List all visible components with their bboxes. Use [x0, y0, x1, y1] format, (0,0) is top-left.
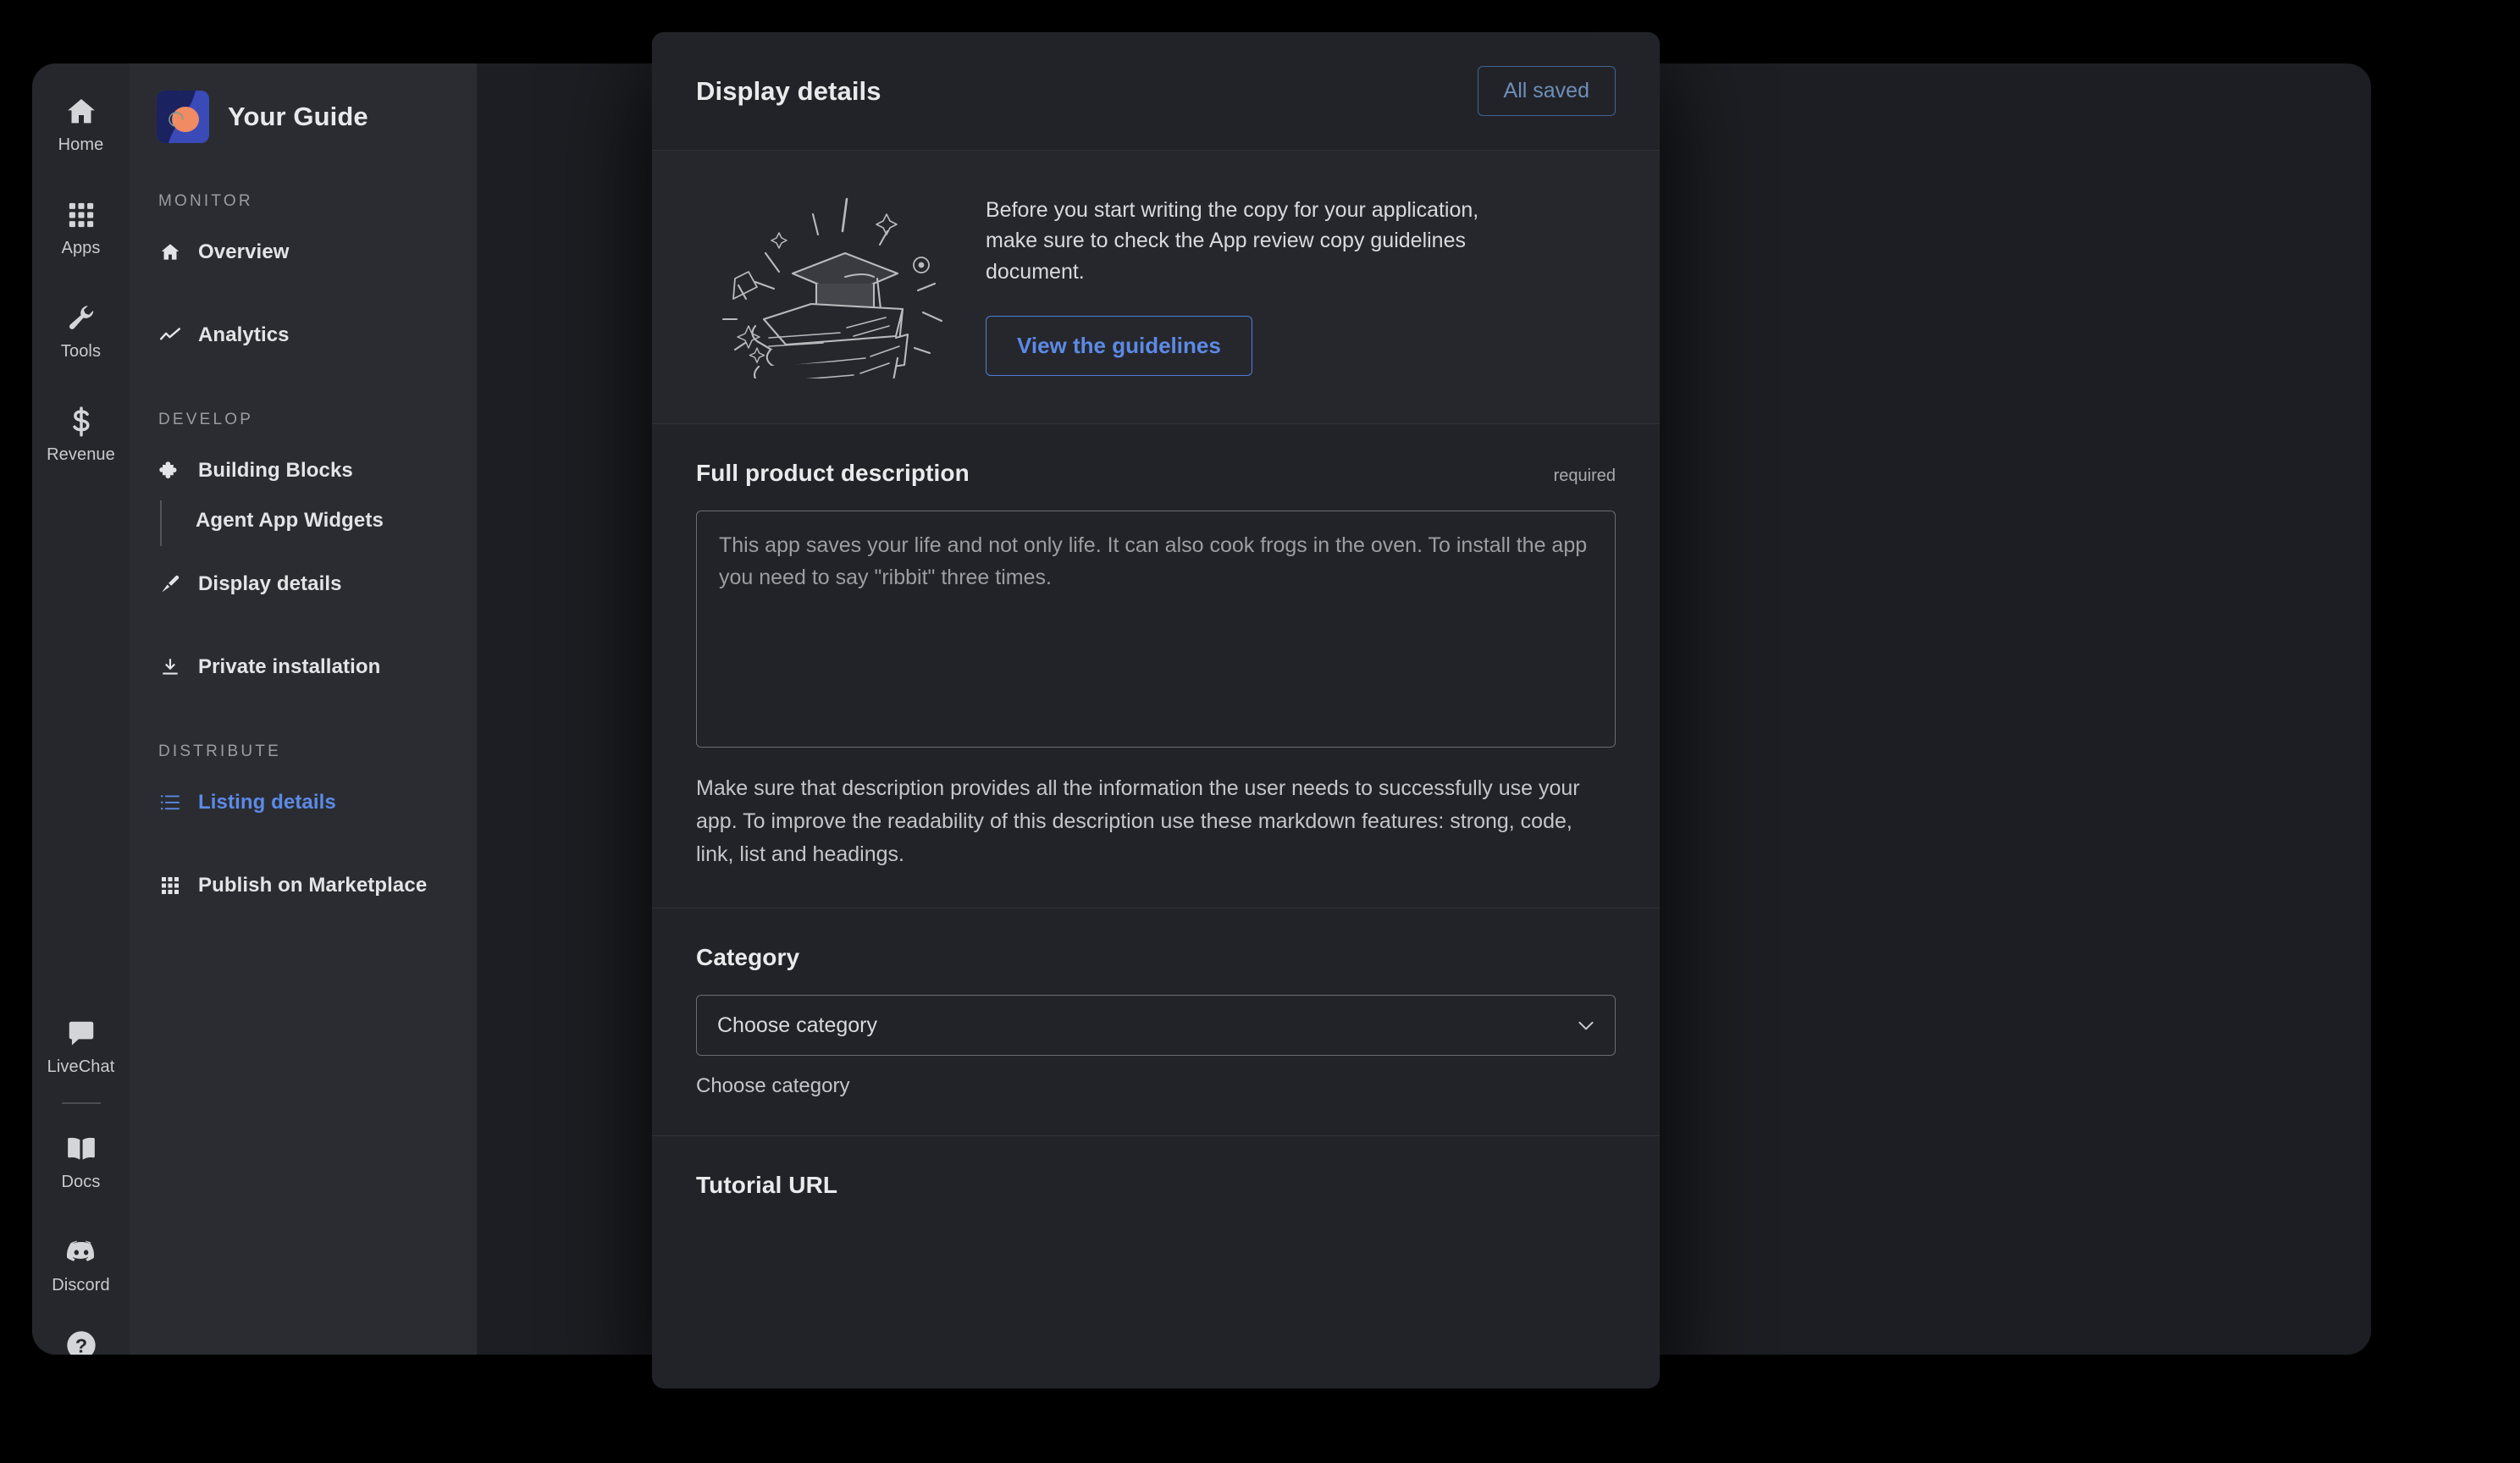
banner-content: Before you start writing the copy for yo… [975, 195, 1616, 376]
rail-divider [61, 1102, 101, 1104]
grid-icon [158, 875, 181, 897]
banner-text: Before you start writing the copy for yo… [986, 198, 1479, 284]
section-title: Tutorial URL [696, 1172, 838, 1199]
grid-icon [64, 198, 98, 232]
sidebar-item-agent-app-widgets[interactable]: Agent App Widgets [162, 500, 384, 546]
required-label: required [1553, 467, 1616, 485]
rail-item-label: Docs [61, 1172, 101, 1191]
sidebar-item-publish-on-marketplace[interactable]: Publish on Marketplace [130, 863, 477, 908]
wrench-icon [64, 301, 98, 335]
nav-group-label-distribute: DISTRIBUTE [158, 743, 281, 760]
section-head: Full product description required [696, 460, 1616, 487]
sidebar-item-listing-details[interactable]: Listing details [130, 780, 477, 825]
sidebar-item-analytics[interactable]: Analytics [130, 312, 477, 358]
page-title: Display details [696, 75, 881, 106]
help-circle-icon: ? [64, 1328, 98, 1355]
download-icon [158, 656, 181, 679]
rail-item-livechat[interactable]: LiveChat [32, 994, 130, 1097]
description-hint: Make sure that description provides all … [696, 776, 1580, 866]
section-title: Category [696, 944, 800, 971]
sidebar-item-label: Display details [198, 572, 342, 595]
rail-item-apps[interactable]: Apps [32, 175, 130, 279]
sidebar-item-overview[interactable]: Overview [130, 229, 477, 275]
sidebar-subgroup: Agent App Widgets [130, 500, 477, 546]
view-guidelines-button[interactable]: View the guidelines [986, 315, 1252, 376]
rail-item-label: Apps [61, 238, 101, 257]
book-icon [64, 1132, 98, 1166]
rail-item-label: LiveChat [47, 1057, 115, 1076]
chat-bubble-icon [64, 1017, 98, 1051]
tutorial-url-section: Tutorial URL [652, 1136, 1660, 1300]
sidebar-item-building-blocks[interactable]: Building Blocks [130, 448, 477, 494]
save-status-button[interactable]: All saved [1477, 66, 1616, 116]
dollar-icon [64, 405, 98, 439]
category-section: Category Choose category Choose category [652, 908, 1660, 1137]
rail-item-help[interactable]: ? [32, 1316, 130, 1355]
category-hint: Choose category [696, 1074, 850, 1098]
modal-header: Display details All saved [652, 32, 1660, 151]
full-product-description-input[interactable] [696, 511, 1616, 748]
sidebar-item-label: Building Blocks [198, 459, 353, 482]
modal-body: Before you start writing the copy for yo… [652, 151, 1660, 1388]
trend-line-icon [158, 324, 181, 347]
sidebar-item-private-installation[interactable]: Private installation [130, 644, 477, 690]
sidebar-item-label: Publish on Marketplace [198, 874, 428, 897]
primary-icon-rail: Home Apps Tools Revenue LiveChat Docs Di… [32, 63, 130, 1355]
sidebar-item-label: Listing details [198, 791, 336, 814]
svg-text:?: ? [75, 1334, 86, 1355]
home-icon [64, 95, 98, 129]
home-icon [158, 241, 181, 264]
sidebar-item-display-details[interactable]: Display details [130, 561, 477, 607]
guidelines-banner: Before you start writing the copy for yo… [652, 151, 1660, 424]
rail-item-docs[interactable]: Docs [32, 1109, 130, 1212]
app-avatar [157, 91, 209, 143]
discord-icon [64, 1235, 98, 1269]
rail-item-label: Revenue [47, 444, 115, 464]
sidebar-item-label: Overview [198, 240, 290, 263]
puzzle-icon [158, 460, 181, 483]
rail-item-revenue[interactable]: Revenue [32, 382, 130, 485]
secondary-nav-panel: Your Guide MONITOR Overview Analytics DE… [130, 63, 477, 1355]
brand: Your Guide [130, 63, 477, 143]
full-product-description-section: Full product description required Make s… [652, 424, 1660, 909]
brush-icon [158, 573, 181, 596]
section-title: Full product description [696, 460, 970, 486]
rail-item-discord[interactable]: Discord [32, 1212, 130, 1316]
rail-item-label: Tools [60, 341, 102, 361]
sidebar-item-label: Analytics [198, 323, 290, 346]
sidebar-item-label: Private installation [198, 655, 381, 678]
rail-item-home[interactable]: Home [32, 72, 130, 175]
graduation-books-illustration [696, 188, 967, 383]
rail-item-label: Discord [52, 1275, 110, 1295]
nav-group-label-monitor: MONITOR [158, 192, 253, 210]
section-head: Category [696, 944, 1616, 971]
category-select-wrap: Choose category [696, 995, 1616, 1057]
rail-item-label: Home [58, 135, 104, 154]
nav-group-label-develop: DEVELOP [158, 411, 254, 428]
list-icon [158, 792, 181, 814]
category-select[interactable]: Choose category [696, 995, 1616, 1057]
rail-bottom-group: LiveChat Docs Discord ? [32, 994, 130, 1355]
display-details-modal: Display details All saved Before you sta… [652, 32, 1660, 1388]
rail-item-tools[interactable]: Tools [32, 279, 130, 382]
brand-title: Your Guide [228, 102, 368, 131]
